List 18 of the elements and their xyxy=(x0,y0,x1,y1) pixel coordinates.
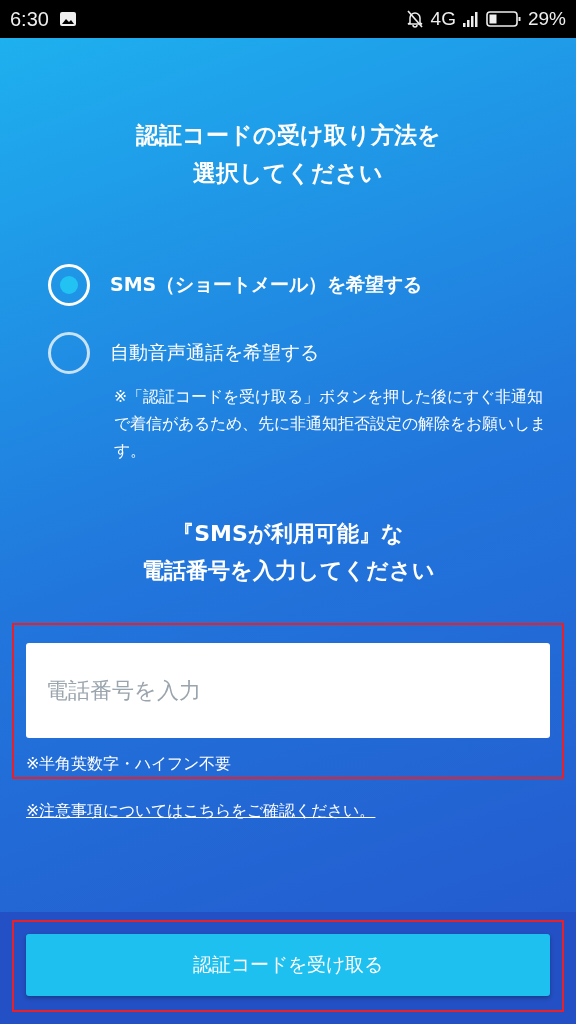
battery-icon xyxy=(485,10,522,28)
option-label[interactable]: 自動音声通話を希望する xyxy=(110,340,319,366)
submit-button[interactable]: 認証コードを受け取る xyxy=(26,934,550,996)
option-note: ※「認証コードを受け取る」ボタンを押した後にすぐ非通知で着信があるため、先に非通知拒否設定の解除をお願いします。 xyxy=(114,387,546,462)
clock: 6:30 xyxy=(10,7,49,31)
radio-button[interactable] xyxy=(48,332,90,374)
phone-heading: 『SMSが利用可能』な 電話番号を入力してください xyxy=(140,520,436,585)
bell-off-icon xyxy=(404,9,425,29)
option-label[interactable]: SMS（ショートメール）を希望する xyxy=(110,272,423,298)
field-hint: ※半角英数字・ハイフン不要 xyxy=(26,754,233,775)
battery-percent: 29% xyxy=(527,8,566,30)
notice-link[interactable]: ※注意事項についてはこちらをご確認ください。 xyxy=(26,801,376,822)
image-icon xyxy=(58,11,77,27)
radio-button[interactable] xyxy=(48,264,90,306)
signal-icon xyxy=(461,11,480,27)
page-title: 認証コードの受け取り方法を 選択してください xyxy=(134,121,442,188)
phone-input-field[interactable]: 電話番号を入力 xyxy=(26,643,550,738)
network-type: 4G xyxy=(430,8,456,30)
